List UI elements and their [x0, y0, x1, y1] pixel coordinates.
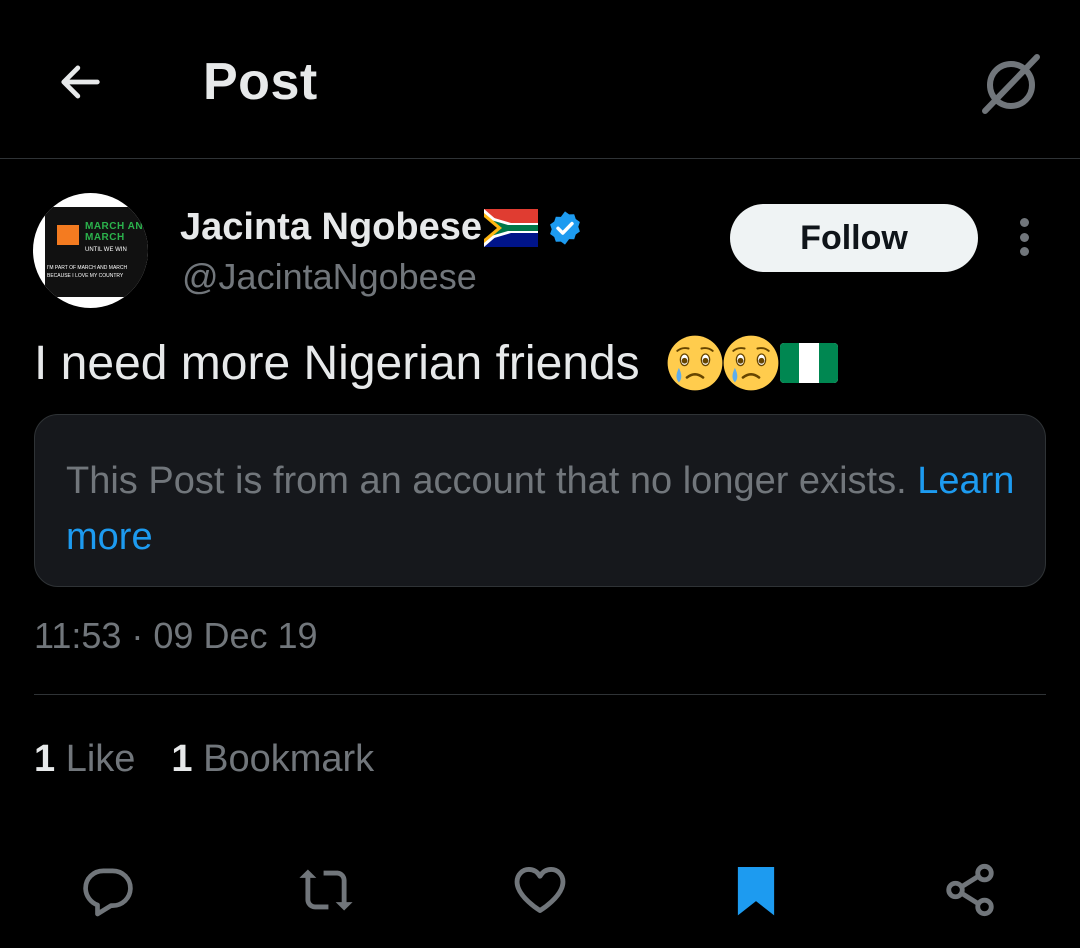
like-button[interactable]	[510, 860, 570, 920]
bookmark-icon	[737, 867, 775, 916]
nigeria-flag-emoji	[779, 343, 838, 383]
likes-label: Like	[65, 738, 136, 780]
post-emojis	[666, 334, 838, 392]
post-text: I need more Nigerian friends	[34, 336, 640, 390]
likes-stat[interactable]: 1 Like	[34, 738, 135, 781]
post-timestamp[interactable]: 11:53 · 09 Dec 19	[34, 615, 318, 657]
author-name-row[interactable]: Jacinta Ngobese	[180, 206, 584, 249]
avatar-text: I'M PART OF MARCH AND MARCH	[47, 265, 128, 271]
reply-icon	[83, 868, 133, 917]
repost-button[interactable]	[296, 860, 356, 920]
likes-count: 1	[34, 738, 56, 780]
deleted-account-notice: This Post is from an account that no lon…	[34, 414, 1046, 587]
avatar-text: MARCH AND MARCH	[85, 221, 148, 243]
share-button[interactable]	[940, 860, 1000, 920]
bookmark-button[interactable]	[726, 860, 786, 920]
top-bar: Post	[0, 0, 1080, 159]
grok-icon	[982, 54, 1040, 114]
bookmarks-count: 1	[171, 738, 193, 780]
author-handle[interactable]: @JacintaNgobese	[182, 256, 477, 298]
crying-face-emoji	[667, 335, 723, 391]
avatar-text: BECAUSE I LOVE MY COUNTRY	[47, 273, 124, 279]
notice-text: This Post is from an account that no lon…	[66, 460, 907, 502]
verified-badge-icon	[550, 210, 580, 245]
avatar-image: MARCH AND MARCH UNTIL WE WIN I'M PART OF…	[45, 207, 148, 297]
divider	[34, 694, 1046, 695]
follow-button[interactable]: Follow	[730, 204, 978, 272]
more-vertical-icon	[1019, 218, 1029, 227]
page-title: Post	[203, 53, 318, 111]
arrow-left-icon	[61, 65, 100, 99]
back-button[interactable]	[50, 52, 110, 112]
south-africa-flag-icon	[484, 208, 538, 247]
avatar[interactable]: MARCH AND MARCH UNTIL WE WIN I'M PART OF…	[33, 193, 148, 308]
reply-button[interactable]	[78, 860, 138, 920]
engagement-stats: 1 Like 1 Bookmark	[34, 738, 410, 781]
post-body: I need more Nigerian friends	[34, 334, 838, 392]
crying-face-emoji	[723, 335, 779, 391]
repost-icon	[299, 869, 353, 911]
more-vertical-icon	[1019, 232, 1029, 242]
more-vertical-icon	[1019, 247, 1029, 256]
author-display-name: Jacinta Ngobese	[180, 206, 482, 248]
more-options-button[interactable]	[1006, 212, 1042, 262]
like-icon	[514, 867, 566, 913]
avatar-logo-block	[57, 225, 79, 245]
grok-button[interactable]	[976, 48, 1046, 118]
bookmarks-label: Bookmark	[203, 738, 375, 780]
bookmarks-stat[interactable]: 1 Bookmark	[171, 738, 374, 781]
avatar-text: UNTIL WE WIN	[85, 247, 127, 253]
action-bar	[0, 852, 1080, 924]
share-icon	[946, 863, 994, 917]
